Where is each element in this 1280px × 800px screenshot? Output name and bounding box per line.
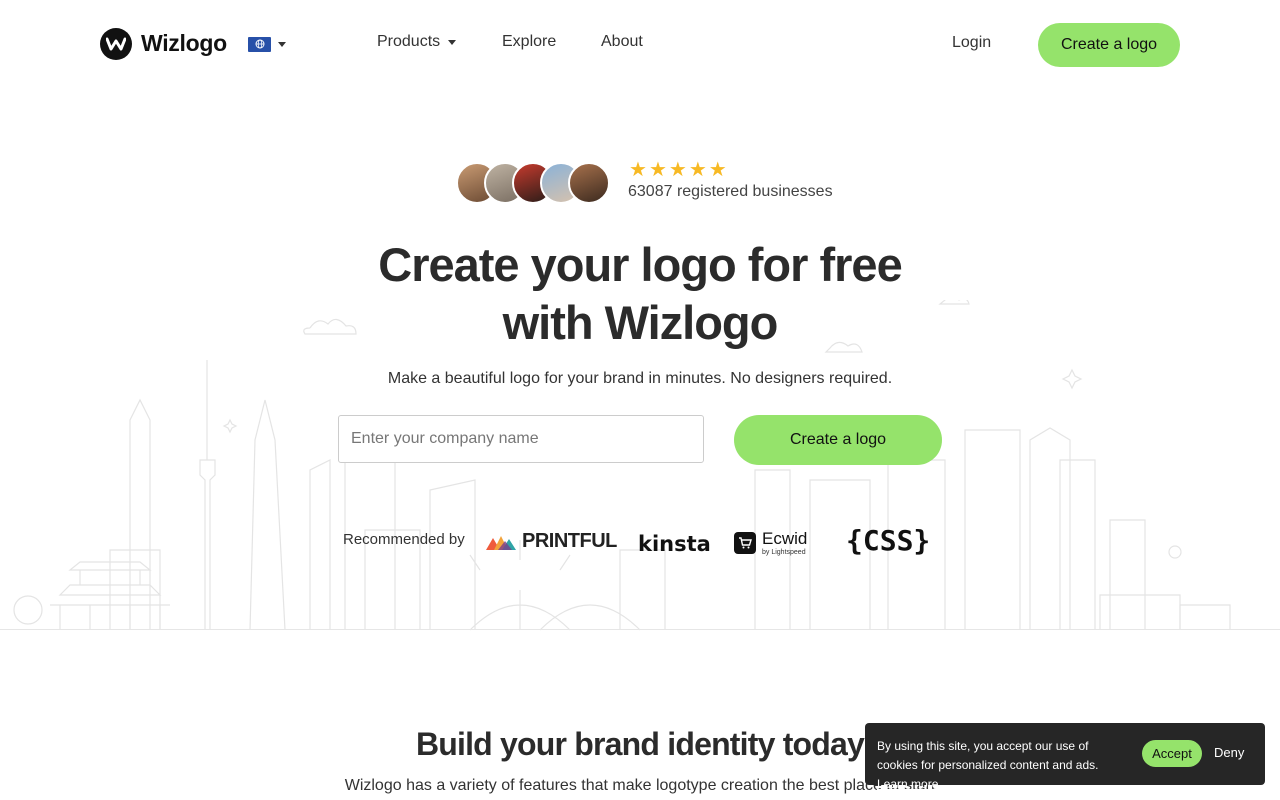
chevron-down-icon [448, 39, 457, 45]
rating-stars: ★ ★ ★ ★ ★ [629, 160, 727, 180]
customer-avatars [456, 162, 616, 206]
nav-products-label: Products [377, 33, 441, 50]
cookie-text: By using this site, you accept our use o… [877, 739, 1099, 772]
printful-name: PRINTFUL [522, 530, 617, 552]
star-icon: ★ [688, 159, 707, 181]
company-name-input[interactable] [338, 415, 704, 463]
star-icon: ★ [629, 159, 647, 181]
hero-title-line1: Create your logo for free [378, 238, 902, 291]
recommended-by-label: Recommended by [343, 531, 465, 548]
kinsta-logo: kinsta [638, 532, 711, 556]
ecwid-logo: Ecwid by Lightspeed [734, 530, 807, 556]
registered-businesses-count: 63087 registered businesses [628, 183, 833, 200]
nav-about[interactable]: About [601, 33, 643, 51]
learn-more-link[interactable]: Learn more [877, 777, 938, 791]
cookie-message: By using this site, you accept our use o… [877, 737, 1132, 794]
cart-icon [734, 532, 756, 554]
deny-cookies-button[interactable]: Deny [1214, 745, 1244, 760]
nav-about-label: About [601, 33, 643, 50]
language-selector[interactable] [248, 36, 288, 52]
globe-flag-icon [248, 36, 271, 52]
hero-divider [0, 629, 1280, 630]
css-logo: {CSS} [846, 524, 931, 557]
ecwid-name: Ecwid [762, 529, 808, 548]
ecwid-sub: by Lightspeed [762, 549, 806, 556]
nav-explore[interactable]: Explore [502, 33, 556, 51]
printful-logo: PRINTFUL [486, 530, 617, 553]
accept-cookies-button[interactable]: Accept [1142, 740, 1202, 767]
chevron-down-icon [278, 41, 286, 47]
avatar [568, 162, 610, 204]
nav-products[interactable]: Products [377, 33, 457, 51]
hero-create-logo-button[interactable]: Create a logo [734, 415, 942, 465]
star-icon: ★ [648, 159, 667, 181]
hero-title: Create your logo for free with Wizlogo [290, 236, 990, 352]
hero-title-line2: with Wizlogo [502, 296, 779, 349]
login-link[interactable]: Login [952, 34, 991, 52]
star-icon: ★ [668, 159, 687, 181]
header-create-logo-button[interactable]: Create a logo [1038, 23, 1180, 67]
hero-subtitle: Make a beautiful logo for your brand in … [387, 370, 893, 387]
wizlogo-logo-icon[interactable] [100, 28, 132, 60]
section-title: Build your brand identity today [415, 726, 865, 762]
cookie-banner: By using this site, you accept our use o… [865, 723, 1265, 791]
nav-explore-label: Explore [502, 33, 557, 50]
site-header: Wizlogo Products Explore About Login Cre… [0, 0, 1280, 88]
brand-name[interactable]: Wizlogo [141, 30, 227, 57]
star-icon: ★ [708, 159, 727, 181]
printful-mountains-icon [486, 535, 516, 550]
